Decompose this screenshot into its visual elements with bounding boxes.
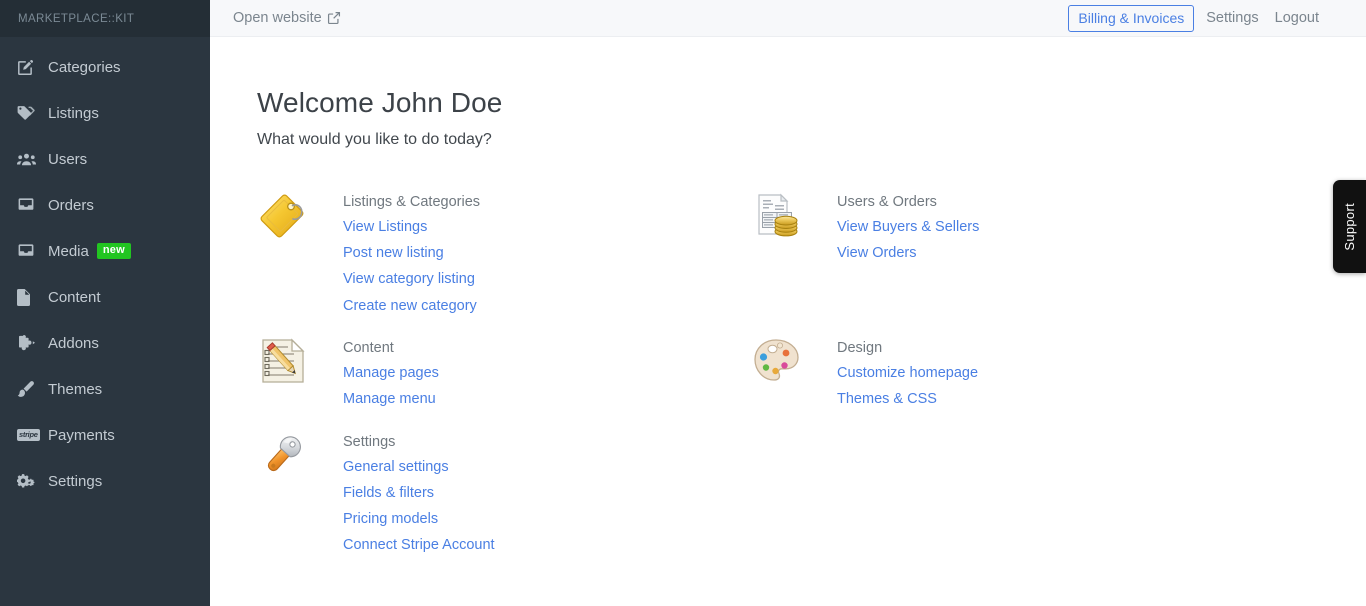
card-link[interactable]: Pricing models [343, 511, 495, 528]
sidebar-item-categories[interactable]: Categories [0, 44, 210, 90]
card-heading: Design [837, 339, 883, 356]
stripe-logo-text: stripe [17, 429, 40, 441]
card-link[interactable]: View Buyers & Sellers [837, 219, 979, 236]
page-subtitle: What would you like to do today? [257, 131, 492, 149]
app-root: MARKETPLACE::KIT Categories Listings Use… [0, 0, 1366, 606]
support-tab[interactable]: Support [1333, 180, 1366, 273]
sidebar-item-label: Users [48, 150, 88, 168]
file-icon [17, 288, 43, 306]
open-website-label: Open website [233, 10, 322, 26]
label-tag-icon [257, 192, 309, 244]
card-link[interactable]: General settings [343, 459, 495, 476]
card-link[interactable]: Themes & CSS [837, 391, 978, 408]
sidebar: MARKETPLACE::KIT Categories Listings Use… [0, 0, 210, 606]
card-body: Listings & Categories View Listings Post… [343, 192, 480, 314]
card-settings: Settings General settings Fields & filte… [257, 432, 751, 554]
sidebar-item-label: Categories [48, 58, 121, 76]
sidebar-item-media[interactable]: Media new [0, 228, 210, 274]
card-link[interactable]: Customize homepage [837, 365, 978, 382]
open-website-link[interactable]: Open website [233, 10, 341, 26]
sidebar-item-label: Addons [48, 334, 99, 352]
card-link[interactable]: View category listing [343, 271, 480, 288]
sidebar-item-label: Orders [48, 196, 94, 214]
page-title: Welcome John Doe [257, 87, 503, 118]
sidebar-item-label: Listings [48, 104, 99, 122]
card-heading: Listings & Categories [343, 194, 481, 211]
card-listings-categories: Listings & Categories View Listings Post… [257, 192, 751, 314]
wrench-icon [257, 432, 309, 484]
card-design: Design Customize homepage Themes & CSS [751, 338, 1245, 408]
status-badge: new [96, 243, 131, 259]
card-body: Design Customize homepage Themes & CSS [837, 338, 978, 408]
card-body: Settings General settings Fields & filte… [343, 432, 495, 554]
sidebar-brand: MARKETPLACE::KIT [0, 0, 210, 37]
sidebar-item-label: Media [48, 242, 89, 260]
inbox-icon [17, 196, 43, 214]
card-content: Content Manage pages Manage menu [257, 338, 751, 408]
sidebar-item-label: Settings [48, 472, 103, 490]
sidebar-item-label: Content [48, 288, 101, 306]
card-heading: Users & Orders [837, 194, 937, 211]
support-tab-label: Support [1342, 202, 1357, 251]
sidebar-item-label: Themes [48, 380, 103, 398]
sidebar-item-payments[interactable]: stripe Payments [0, 412, 210, 458]
sidebar-item-orders[interactable]: Orders [0, 182, 210, 228]
dashboard-content: Welcome John Doe What would you like to … [210, 37, 1366, 606]
gears-icon [17, 472, 43, 490]
artist-palette-icon [751, 338, 803, 390]
tag-icon [17, 104, 43, 122]
stripe-icon: stripe [17, 426, 43, 444]
logout-link[interactable]: Logout [1275, 10, 1319, 26]
sidebar-item-users[interactable]: Users [0, 136, 210, 182]
card-body: Users & Orders View Buyers & Sellers Vie… [837, 192, 979, 262]
sidebar-item-label: Payments [48, 426, 115, 444]
card-heading: Settings [343, 433, 396, 450]
card-link[interactable]: Fields & filters [343, 485, 495, 502]
card-link[interactable]: View Orders [837, 245, 979, 262]
sidebar-nav: Categories Listings Users Orders Media n… [0, 37, 210, 504]
paintbrush-icon [17, 380, 43, 398]
main-region: Open website Billing & Invoices Settings… [210, 0, 1366, 606]
card-link[interactable]: View Listings [343, 219, 480, 236]
card-link[interactable]: Connect Stripe Account [343, 537, 495, 554]
edit-square-icon [17, 58, 43, 76]
topbar: Open website Billing & Invoices Settings… [210, 0, 1366, 37]
external-link-icon [327, 11, 341, 25]
puzzle-icon [17, 334, 43, 352]
card-link[interactable]: Create new category [343, 298, 480, 315]
shortcut-cards-grid: Listings & Categories View Listings Post… [257, 192, 1366, 554]
sidebar-item-content[interactable]: Content [0, 274, 210, 320]
billing-invoices-button[interactable]: Billing & Invoices [1068, 4, 1195, 32]
card-body: Content Manage pages Manage menu [343, 338, 439, 408]
topbar-actions: Billing & Invoices Settings Logout [1068, 4, 1319, 32]
card-link[interactable]: Post new listing [343, 245, 480, 262]
inbox-icon [17, 242, 43, 260]
memo-pencil-icon [257, 338, 309, 390]
card-link[interactable]: Manage menu [343, 391, 439, 408]
settings-link[interactable]: Settings [1206, 10, 1258, 26]
brand-label: MARKETPLACE::KIT [18, 12, 135, 25]
users-icon [17, 150, 43, 168]
sidebar-item-addons[interactable]: Addons [0, 320, 210, 366]
invoice-coins-icon [751, 192, 803, 244]
card-users-orders: Users & Orders View Buyers & Sellers Vie… [751, 192, 1245, 314]
card-heading: Content [343, 339, 394, 356]
card-link[interactable]: Manage pages [343, 365, 439, 382]
sidebar-item-settings[interactable]: Settings [0, 458, 210, 504]
sidebar-item-listings[interactable]: Listings [0, 90, 210, 136]
sidebar-item-themes[interactable]: Themes [0, 366, 210, 412]
